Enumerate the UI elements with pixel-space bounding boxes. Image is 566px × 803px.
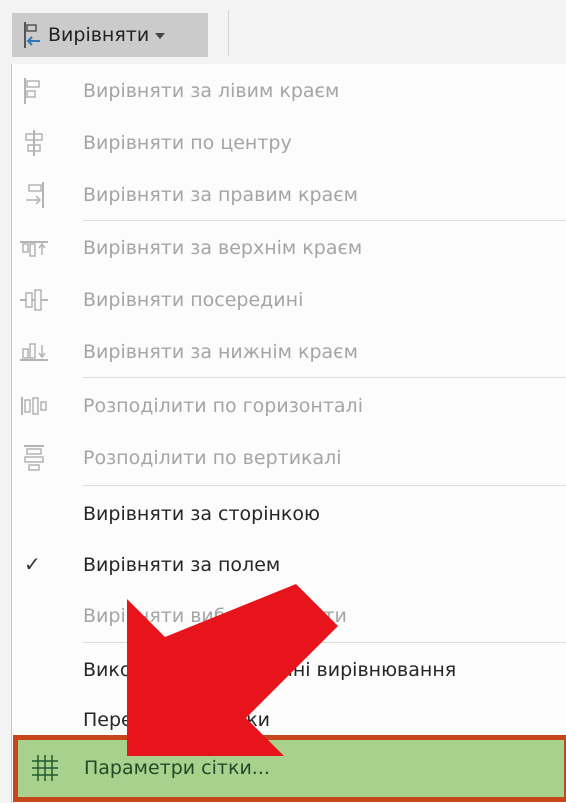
- menu-item-label: Розподілити по горизонталі: [83, 395, 363, 417]
- menu-item-align-left[interactable]: Вирівняти за лівим краєм: [12, 65, 566, 117]
- menu-item-label: Вирівняти за верхнім краєм: [83, 237, 363, 259]
- grid-icon: [32, 755, 58, 781]
- align-middle-icon: [20, 289, 48, 311]
- menu-item-label: Вирівняти за правим краєм: [83, 184, 358, 206]
- menu-item-align-selected-objects[interactable]: Вирівняти вибрані об'єкти: [12, 590, 566, 642]
- menu-item-label: Параметри сітки...: [84, 757, 270, 779]
- menu-item-use-alignment-guides[interactable]: Використати напрямні вирівнювання: [12, 644, 566, 696]
- align-left-icon: [24, 78, 40, 104]
- check-icon: ✓: [24, 552, 41, 576]
- distribute-horizontal-icon: [21, 397, 47, 415]
- align-left-icon: [24, 22, 40, 48]
- menu-item-align-top[interactable]: Вирівняти за верхнім краєм: [12, 222, 566, 274]
- menu-item-distribute-horizontal[interactable]: Розподілити по горизонталі: [12, 380, 566, 432]
- distribute-vertical-icon: [24, 445, 44, 471]
- menu-item-label: Вирівняти за нижнім краєм: [83, 341, 358, 363]
- menu-item-align-right[interactable]: Вирівняти за правим краєм: [12, 169, 566, 221]
- align-bottom-icon: [20, 343, 48, 361]
- align-top-icon: [20, 241, 48, 257]
- background-edge: [0, 64, 11, 803]
- menu-item-label: Використати напрямні вирівнювання: [83, 659, 457, 681]
- menu-item-label: Вирівняти за сторінкою: [83, 503, 321, 525]
- menu-item-label: Розподілити по вертикалі: [83, 447, 342, 469]
- menu-item-label: Вирівняти за лівим краєм: [83, 80, 340, 102]
- chevron-down-icon: [155, 33, 166, 39]
- align-right-icon: [26, 182, 44, 208]
- menu-item-label: Вирівняти за полем: [83, 554, 281, 576]
- menu-item-align-to-page[interactable]: Вирівняти за сторінкою: [12, 488, 566, 540]
- align-button-label: Вирівняти: [48, 24, 150, 46]
- align-center-icon: [25, 130, 43, 156]
- menu-separator: [83, 220, 566, 221]
- menu-item-distribute-vertical[interactable]: Розподілити по вертикалі: [12, 432, 566, 484]
- ribbon-divider: [228, 10, 229, 56]
- align-menu: Вирівняти за лівим краєм Вирівняти по це…: [11, 64, 566, 803]
- menu-item-align-to-margin[interactable]: ✓ Вирівняти за полем: [12, 539, 566, 591]
- menu-item-align-center[interactable]: Вирівняти по центру: [12, 117, 566, 169]
- menu-separator: [83, 485, 566, 486]
- menu-item-align-middle[interactable]: Вирівняти посередині: [12, 274, 566, 326]
- menu-item-grid-settings[interactable]: Параметри сітки...: [13, 735, 566, 802]
- menu-item-label: Вирівняти посередині: [83, 289, 304, 311]
- menu-item-align-bottom[interactable]: Вирівняти за нижнім краєм: [12, 326, 566, 378]
- menu-item-label: Вирівняти по центру: [83, 132, 292, 154]
- menu-separator: [83, 377, 566, 378]
- align-dropdown-button[interactable]: Вирівняти: [12, 13, 208, 57]
- menu-separator: [83, 642, 566, 643]
- menu-item-label: Вирівняти вибрані об'єкти: [83, 605, 347, 627]
